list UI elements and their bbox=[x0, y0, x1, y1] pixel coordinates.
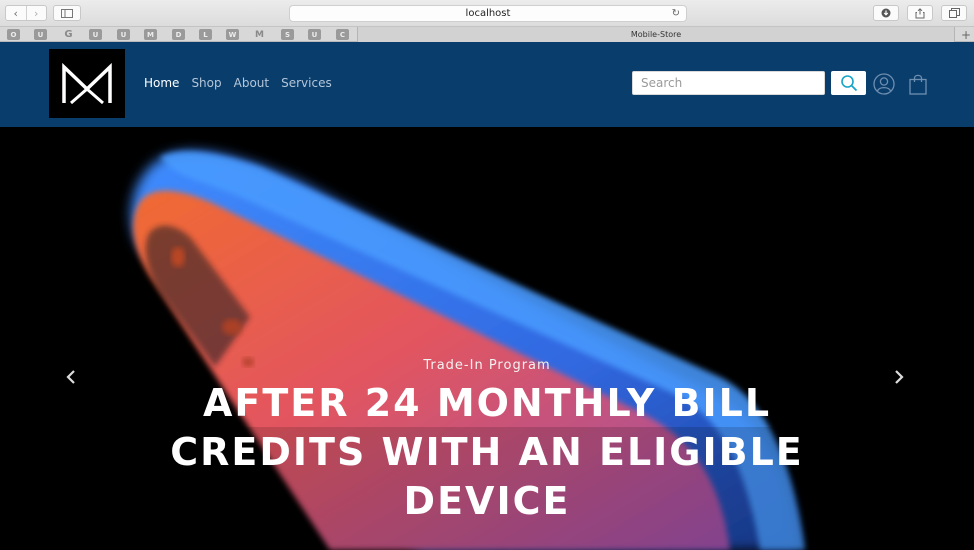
hero-subtitle: Trade-In Program bbox=[423, 358, 551, 373]
downloads-button[interactable] bbox=[873, 5, 899, 21]
sidebar-icon bbox=[61, 8, 73, 18]
nav-shop[interactable]: Shop bbox=[191, 76, 221, 90]
tabs-overview-button[interactable] bbox=[941, 5, 967, 21]
tabs-icon bbox=[948, 8, 960, 18]
favorite-item[interactable]: D bbox=[172, 29, 185, 40]
logo-mark bbox=[62, 62, 112, 104]
main-nav: Home Shop About Services bbox=[144, 76, 332, 90]
favorite-item[interactable]: U bbox=[117, 29, 130, 40]
favorite-item[interactable]: W bbox=[226, 29, 239, 40]
sidebar-toggle-button[interactable] bbox=[53, 5, 81, 21]
favorite-item[interactable]: S bbox=[281, 29, 294, 40]
search-button[interactable] bbox=[831, 71, 866, 95]
favorite-item[interactable]: M bbox=[144, 29, 157, 40]
back-icon[interactable]: ‹ bbox=[6, 6, 26, 20]
url-text: localhost bbox=[465, 8, 511, 19]
shopping-bag-icon[interactable] bbox=[908, 73, 928, 95]
browser-toolbar: ‹ › localhost ↻ bbox=[0, 0, 974, 27]
favorite-item[interactable]: O bbox=[7, 29, 20, 40]
favorite-item[interactable]: U bbox=[34, 29, 47, 40]
nav-about[interactable]: About bbox=[234, 76, 269, 90]
site-header: Home Shop About Services bbox=[0, 42, 974, 127]
favorite-item[interactable]: L bbox=[199, 29, 212, 40]
share-button[interactable] bbox=[907, 5, 933, 21]
hero-title: AFTER 24 MONTHLY BILL CREDITS WITH AN EL… bbox=[170, 381, 804, 523]
search-input[interactable] bbox=[632, 71, 825, 95]
reload-icon[interactable]: ↻ bbox=[672, 8, 680, 19]
hero-carousel: Trade-In Program AFTER 24 MONTHLY BILL C… bbox=[0, 127, 974, 550]
site-logo[interactable] bbox=[49, 49, 125, 118]
favorite-item[interactable]: G bbox=[62, 29, 75, 40]
tab-title: Mobile-Store bbox=[630, 30, 682, 39]
address-bar[interactable]: localhost ↻ bbox=[289, 5, 687, 22]
new-tab-icon[interactable]: + bbox=[958, 27, 974, 42]
favorite-item[interactable]: U bbox=[308, 29, 321, 40]
favorite-item[interactable]: U bbox=[89, 29, 102, 40]
favorite-item[interactable]: C bbox=[336, 29, 349, 40]
nav-home[interactable]: Home bbox=[144, 76, 179, 90]
user-icon[interactable] bbox=[873, 73, 895, 95]
favorite-item[interactable]: M bbox=[253, 29, 266, 40]
forward-icon[interactable]: › bbox=[25, 6, 47, 20]
nav-services[interactable]: Services bbox=[281, 76, 332, 90]
history-nav: ‹ › bbox=[5, 5, 47, 21]
active-tab[interactable]: Mobile-Store bbox=[357, 27, 955, 42]
search-icon bbox=[840, 75, 857, 92]
share-icon bbox=[915, 7, 925, 18]
download-icon bbox=[881, 8, 891, 18]
